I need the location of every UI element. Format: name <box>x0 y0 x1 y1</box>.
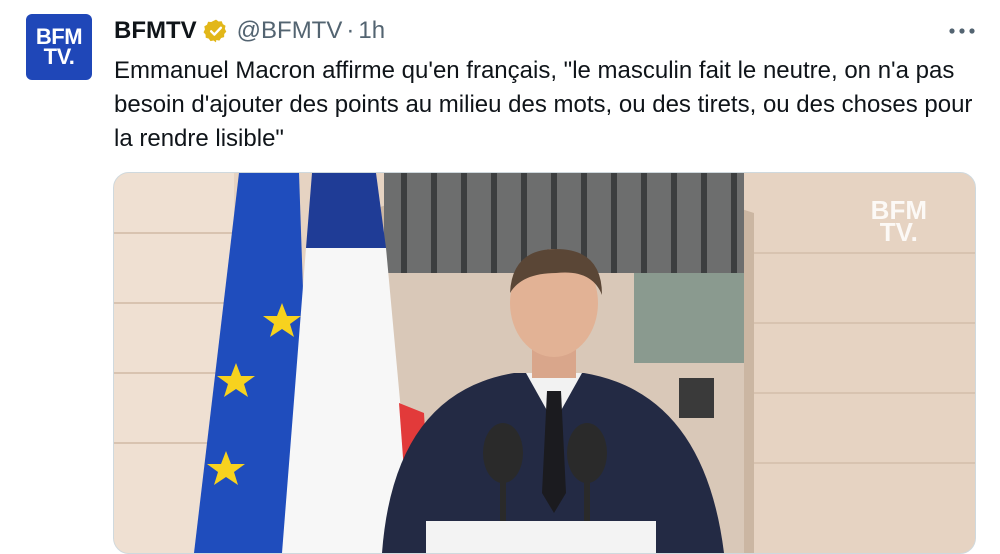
separator-dot: · <box>346 17 355 44</box>
tweet-header: BFMTV @BFMTV · 1h <box>114 14 385 48</box>
tweet-text: Emmanuel Macron affirme qu'en français, … <box>114 57 973 152</box>
avatar[interactable]: BFM TV. <box>26 14 92 80</box>
timestamp[interactable]: 1h <box>358 17 385 45</box>
avatar-text-line2: TV. <box>43 44 75 69</box>
avatar-logo: BFM TV. <box>36 26 83 69</box>
verified-badge-icon[interactable] <box>203 18 229 44</box>
tweet-card[interactable]: BFM TV. BFMTV @BFMTV · 1h Emmanuel Macro… <box>0 0 1000 554</box>
media-image <box>114 173 975 553</box>
tweet-media-video[interactable]: BFM TV. <box>113 172 976 554</box>
bfmtv-watermark-logo: BFM TV. <box>871 197 927 245</box>
display-name[interactable]: BFMTV <box>114 17 197 45</box>
more-options-icon[interactable] <box>942 16 982 46</box>
handle[interactable]: @BFMTV <box>237 17 343 45</box>
